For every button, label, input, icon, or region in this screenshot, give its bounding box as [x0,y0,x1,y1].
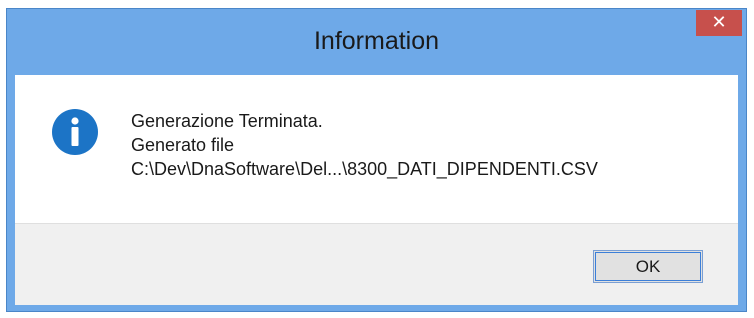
information-dialog: Information ✕ Generazione Terminata. Gen… [6,8,747,312]
message-line-generated: Generato file [131,135,235,155]
title-bar[interactable]: Information ✕ [7,9,746,75]
message-area: Generazione Terminata. Generato file C:\… [15,75,738,223]
background-window-strip [0,0,754,8]
dialog-client-area: Generazione Terminata. Generato file C:\… [15,75,738,305]
dialog-title: Information [313,27,440,55]
close-button[interactable]: ✕ [696,10,742,36]
message-line-file-path: C:\Dev\DnaSoftware\Del...\8300_DATI_DIPE… [131,159,598,179]
message-text: Generazione Terminata. Generato file C:\… [131,109,598,181]
button-bar: OK [15,223,738,305]
close-icon: ✕ [711,12,727,33]
ok-button[interactable]: OK [593,250,703,283]
message-line-status: Generazione Terminata. [131,111,323,131]
info-icon [52,109,98,155]
